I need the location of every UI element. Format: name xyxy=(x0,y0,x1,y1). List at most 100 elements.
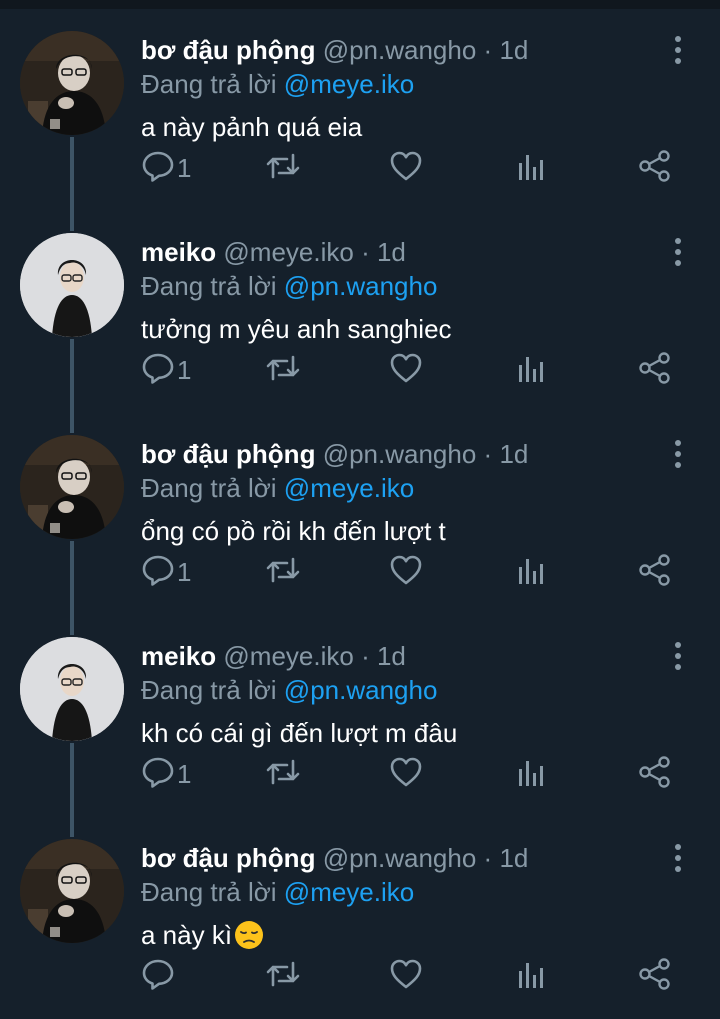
share-button[interactable] xyxy=(638,957,678,997)
reply-icon xyxy=(141,957,221,991)
avatar[interactable] xyxy=(20,233,124,337)
display-name[interactable]: meiko xyxy=(141,237,216,267)
tweet-text: a này pảnh quá eia xyxy=(141,112,363,142)
more-vertical-icon[interactable] xyxy=(668,35,688,65)
avatar-photo xyxy=(20,839,124,943)
share-icon xyxy=(638,755,678,789)
avatar-photo xyxy=(20,637,124,741)
separator-dot: · xyxy=(361,641,370,671)
like-icon xyxy=(389,149,429,183)
mention-link[interactable]: @meye.iko xyxy=(284,473,414,503)
retweet-icon xyxy=(265,149,305,183)
reply-button[interactable]: 1 xyxy=(141,755,221,795)
analytics-button[interactable] xyxy=(516,755,556,795)
tweet[interactable]: meiko @meye.iko · 1d Đang trả lời @pn.wa… xyxy=(0,211,720,413)
avatar[interactable] xyxy=(20,435,124,539)
like-icon xyxy=(389,957,429,991)
timestamp[interactable]: 1d xyxy=(499,439,528,469)
timestamp[interactable]: 1d xyxy=(499,843,528,873)
tweet-header: bơ đậu phộng @pn.wangho · 1d xyxy=(141,841,528,875)
timestamp[interactable]: 1d xyxy=(377,237,406,267)
reply-button[interactable]: 1 xyxy=(141,149,221,189)
tweet-header: bơ đậu phộng @pn.wangho · 1d xyxy=(141,33,528,67)
retweet-button[interactable] xyxy=(265,553,305,593)
avatar-photo xyxy=(20,233,124,337)
share-button[interactable] xyxy=(638,755,678,795)
more-vertical-icon[interactable] xyxy=(668,641,688,671)
mention-link[interactable]: @pn.wangho xyxy=(284,271,438,301)
analytics-button[interactable] xyxy=(516,553,556,593)
retweet-button[interactable] xyxy=(265,351,305,391)
like-button[interactable] xyxy=(389,553,429,593)
share-button[interactable] xyxy=(638,149,678,189)
user-handle[interactable]: @meye.iko xyxy=(223,641,353,671)
display-name[interactable]: meiko xyxy=(141,641,216,671)
display-name[interactable]: bơ đậu phộng xyxy=(141,843,315,873)
separator-dot: · xyxy=(361,237,370,267)
reply-button[interactable]: 1 xyxy=(141,351,221,391)
pensive-face-icon xyxy=(234,920,264,950)
like-button[interactable] xyxy=(389,755,429,795)
tweet[interactable]: bơ đậu phộng @pn.wangho · 1d Đang trả lờ… xyxy=(0,9,720,211)
timestamp[interactable]: 1d xyxy=(499,35,528,65)
share-icon xyxy=(638,351,678,385)
share-icon xyxy=(638,149,678,183)
tweet[interactable]: meiko @meye.iko · 1d Đang trả lời @pn.wa… xyxy=(0,615,720,817)
replying-to: Đang trả lời @pn.wangho xyxy=(141,673,437,707)
user-handle[interactable]: @meye.iko xyxy=(223,237,353,267)
user-handle[interactable]: @pn.wangho xyxy=(323,439,477,469)
avatar[interactable] xyxy=(20,839,124,943)
mention-link[interactable]: @pn.wangho xyxy=(284,675,438,705)
replying-to-label: Đang trả lời xyxy=(141,69,277,99)
tweet-text: ổng có pồ rồi kh đến lượt t xyxy=(141,516,446,546)
analytics-button[interactable] xyxy=(516,149,556,189)
reply-button[interactable] xyxy=(141,957,221,997)
tweet[interactable]: bơ đậu phộng @pn.wangho · 1d Đang trả lờ… xyxy=(0,817,720,1019)
retweet-button[interactable] xyxy=(265,755,305,795)
thread-connector xyxy=(70,743,74,837)
top-divider xyxy=(0,0,720,9)
tweet-actions xyxy=(0,957,720,997)
more-vertical-icon[interactable] xyxy=(668,843,688,873)
like-icon xyxy=(389,755,429,789)
analytics-icon xyxy=(516,351,556,387)
replying-to: Đang trả lời @meye.iko xyxy=(141,875,414,909)
tweet[interactable]: bơ đậu phộng @pn.wangho · 1d Đang trả lờ… xyxy=(0,413,720,615)
tweet-header: meiko @meye.iko · 1d xyxy=(141,235,406,269)
like-button[interactable] xyxy=(389,149,429,189)
like-icon xyxy=(389,553,429,587)
timestamp[interactable]: 1d xyxy=(377,641,406,671)
analytics-button[interactable] xyxy=(516,351,556,391)
share-button[interactable] xyxy=(638,553,678,593)
user-handle[interactable]: @pn.wangho xyxy=(323,35,477,65)
tweet-text: tưởng m yêu anh sanghiec xyxy=(141,314,452,344)
reply-count: 1 xyxy=(177,355,192,385)
tweet-text: a này kì xyxy=(141,917,264,953)
reply-button[interactable]: 1 xyxy=(141,553,221,593)
retweet-button[interactable] xyxy=(265,957,305,997)
share-button[interactable] xyxy=(638,351,678,391)
replying-to-label: Đang trả lời xyxy=(141,473,277,503)
retweet-button[interactable] xyxy=(265,149,305,189)
replying-to: Đang trả lời @meye.iko xyxy=(141,471,414,505)
like-button[interactable] xyxy=(389,957,429,997)
analytics-icon xyxy=(516,149,556,185)
separator-dot: · xyxy=(483,439,493,469)
reply-count: 1 xyxy=(177,759,192,789)
more-vertical-icon[interactable] xyxy=(668,237,688,267)
user-handle[interactable]: @pn.wangho xyxy=(323,843,477,873)
tweet-header: meiko @meye.iko · 1d xyxy=(141,639,406,673)
like-button[interactable] xyxy=(389,351,429,391)
avatar[interactable] xyxy=(20,31,124,135)
thread-connector xyxy=(70,541,74,635)
avatar[interactable] xyxy=(20,637,124,741)
mention-link[interactable]: @meye.iko xyxy=(284,69,414,99)
tweet-actions: 1 xyxy=(0,149,720,189)
display-name[interactable]: bơ đậu phộng xyxy=(141,35,315,65)
analytics-button[interactable] xyxy=(516,957,556,997)
separator-dot: · xyxy=(483,35,493,65)
more-vertical-icon[interactable] xyxy=(668,439,688,469)
display-name[interactable]: bơ đậu phộng xyxy=(141,439,315,469)
reply-count: 1 xyxy=(177,153,192,183)
mention-link[interactable]: @meye.iko xyxy=(284,877,414,907)
